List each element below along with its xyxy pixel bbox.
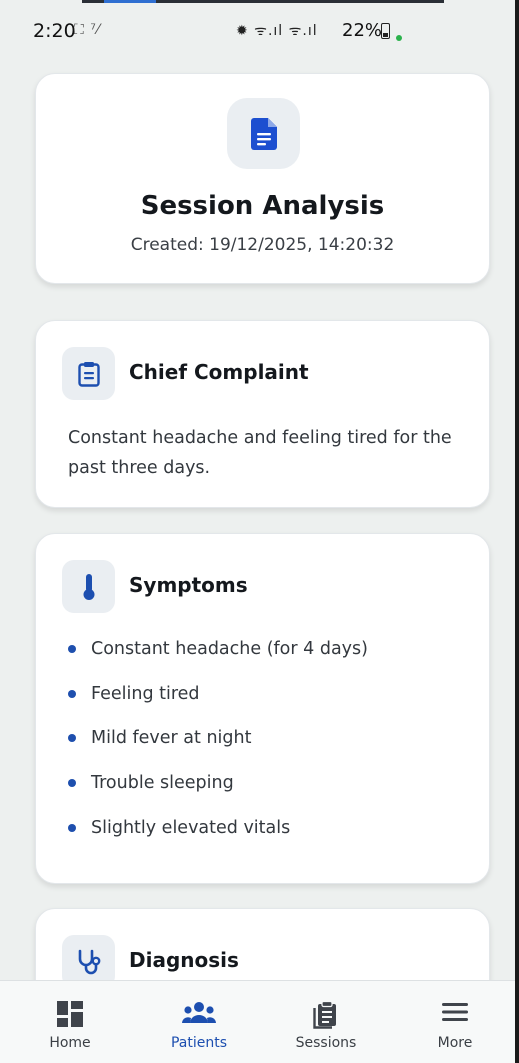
status-left-icons: ⛶ ⁷⁄	[74, 22, 101, 38]
thermometer-icon	[62, 560, 115, 613]
page-title: Session Analysis	[140, 191, 385, 221]
list-item: Mild fever at night	[66, 723, 368, 768]
created-timestamp: Created: 19/12/2025, 14:20:32	[130, 235, 395, 255]
menu-icon	[400, 1001, 510, 1031]
nav-home-label: Home	[49, 1035, 91, 1051]
clipboard-icon	[62, 347, 115, 400]
status-bar: 2:20 ⛶ ⁷⁄ ✹ ᯤ.ıl ᯤ.ıl 22%	[0, 0, 519, 60]
grid-icon	[15, 1001, 125, 1031]
chief-complaint-text: Constant headache and feeling tired for …	[68, 428, 452, 478]
battery-icon	[381, 23, 390, 39]
people-icon	[144, 1001, 254, 1031]
list-item: Feeling tired	[66, 679, 368, 724]
bullet-icon	[68, 779, 76, 788]
nav-patients-label: Patients	[170, 1035, 228, 1051]
chief-complaint-card: Chief Complaint Constant headache and fe…	[35, 320, 490, 508]
nav-home[interactable]: Home	[15, 981, 125, 1063]
chief-complaint-title: Chief Complaint	[129, 360, 309, 384]
battery-percent: 22%	[342, 20, 383, 41]
bullet-icon	[68, 689, 76, 698]
list-item: Constant headache (for 4 days)	[66, 634, 368, 679]
document-icon	[227, 98, 300, 169]
session-header-card: Session Analysis Created: 19/12/2025, 14…	[35, 73, 490, 284]
screen: 2:20 ⛶ ⁷⁄ ✹ ᯤ.ıl ᯤ.ıl 22% Session Analys…	[0, 0, 519, 1063]
screen-edge	[515, 0, 519, 1063]
privacy-dot-icon	[396, 35, 402, 41]
list-item: Trouble sleeping	[66, 768, 368, 813]
diagnosis-title: Diagnosis	[129, 948, 239, 972]
bullet-icon	[68, 823, 76, 832]
nav-patients[interactable]: Patients	[144, 981, 254, 1063]
bullet-icon	[68, 645, 76, 653]
nav-sessions-label: Sessions	[295, 1035, 357, 1051]
symptom-list: Constant headache (for 4 days) Feeling t…	[66, 634, 368, 857]
symptoms-card: Symptoms Constant headache (for 4 days) …	[35, 533, 490, 884]
nav-more[interactable]: More	[400, 981, 510, 1063]
symptoms-title: Symptoms	[129, 573, 248, 597]
clipboard-list-icon	[271, 1001, 381, 1031]
nav-sessions[interactable]: Sessions	[271, 981, 381, 1063]
status-signal-icons: ✹ ᯤ.ıl ᯤ.ıl	[236, 23, 318, 39]
bullet-icon	[68, 734, 76, 743]
nav-more-label: More	[437, 1035, 473, 1051]
list-item: Slightly elevated vitals	[66, 813, 368, 858]
status-time: 2:20	[33, 20, 76, 42]
bottom-nav: Home Patients Sessions More	[0, 980, 519, 1063]
